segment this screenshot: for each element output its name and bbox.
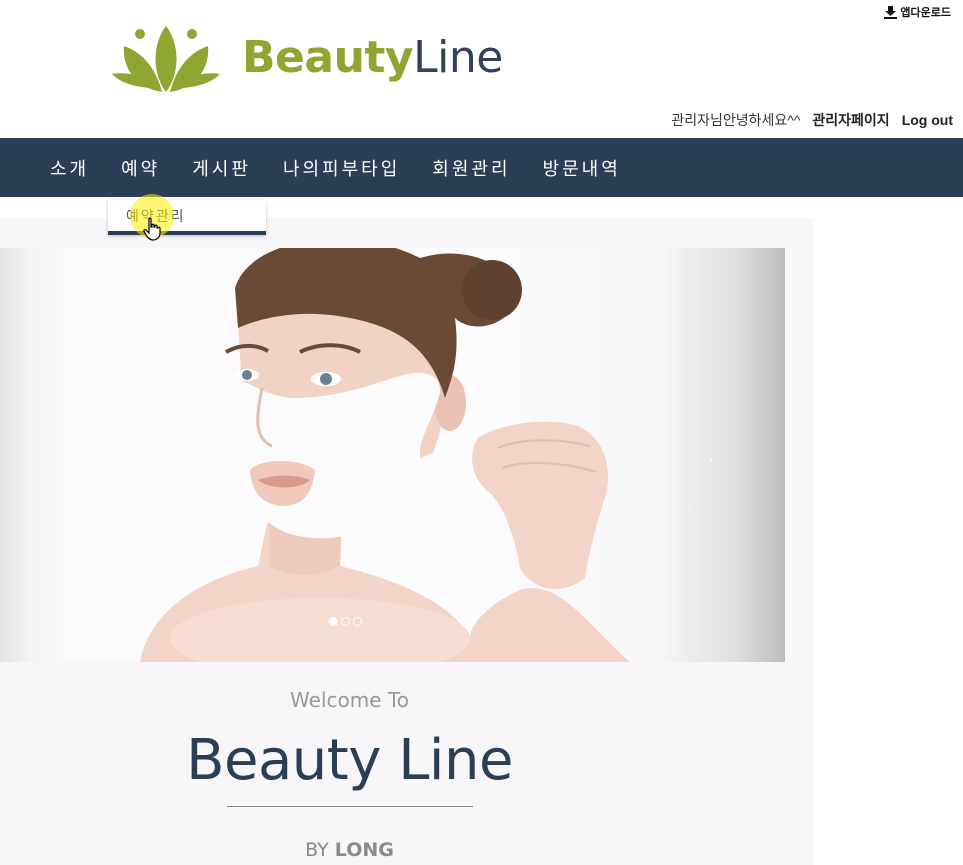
reservation-dropdown: 예약관리 [108, 200, 266, 235]
admin-page-link[interactable]: 관리자페이지 [812, 110, 889, 130]
logo-brand-line: Line [413, 32, 503, 83]
byline-prefix: BY [305, 839, 329, 861]
main-navbar: 소개 예약 게시판 나의피부타입 회원관리 방문내역 [0, 138, 963, 197]
logout-link[interactable]: Log out [902, 112, 953, 128]
greeting-text: 관리자님안녕하세요^^ [671, 112, 801, 128]
nav-item-board[interactable]: 게시판 [192, 155, 251, 181]
user-bar: 관리자님안녕하세요^^ 관리자페이지 Log out [671, 110, 953, 130]
nav-item-intro[interactable]: 소개 [50, 155, 89, 181]
slider-dot-3[interactable] [353, 617, 362, 626]
main-title: Beauty Line [186, 728, 513, 793]
logo-brand-beauty: Beauty [242, 32, 414, 83]
hero-model-image [140, 248, 630, 662]
logo-text: BeautyLine [242, 36, 503, 80]
app-download-label: 앱다운로드 [900, 7, 951, 19]
nav-item-visit-history[interactable]: 방문내역 [543, 155, 621, 181]
nav-item-member-management[interactable]: 회원관리 [432, 155, 510, 181]
slider-dot-2[interactable] [341, 617, 350, 626]
download-icon [884, 5, 898, 19]
nav-item-my-skin-type[interactable]: 나의피부타입 [283, 155, 400, 181]
welcome-text: Welcome To [290, 688, 409, 712]
nav-menu: 소개 예약 게시판 나의피부타입 회원관리 방문내역 [50, 138, 653, 197]
dropdown-item-reservation-management[interactable]: 예약관리 [126, 206, 186, 226]
site-logo[interactable]: BeautyLine [112, 22, 503, 94]
slider-next-button[interactable]: › [708, 451, 713, 467]
byline: BY LONG [0, 839, 699, 861]
nav-item-reservation[interactable]: 예약 [121, 155, 160, 181]
lotus-logo-icon [112, 26, 220, 92]
hero-slider[interactable] [0, 248, 785, 662]
slider-dot-1[interactable] [329, 617, 338, 626]
app-download-link[interactable]: 앱다운로드 [884, 4, 951, 20]
byline-name: LONG [334, 839, 394, 861]
title-divider [227, 806, 473, 807]
slider-dots [329, 617, 362, 626]
